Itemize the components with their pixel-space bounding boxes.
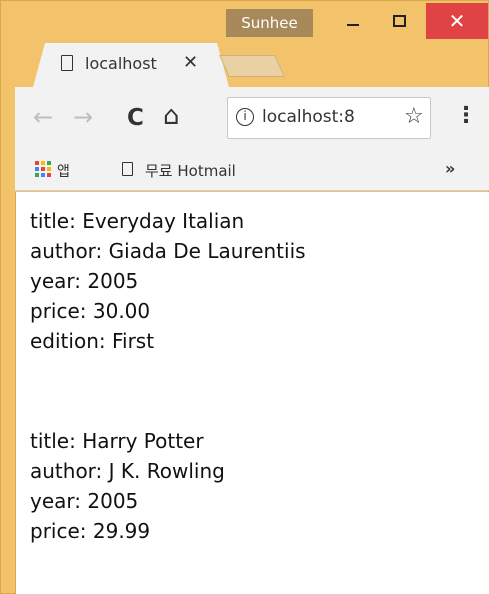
close-window-button[interactable]: ✕: [426, 3, 488, 39]
book-edition: edition: First: [30, 329, 155, 353]
apps-grid-icon[interactable]: [35, 161, 51, 177]
more-bookmarks-icon[interactable]: »: [445, 159, 455, 178]
maximize-button[interactable]: [377, 3, 421, 39]
apps-grid-dot: [35, 161, 39, 165]
bookmark-star-icon[interactable]: ☆: [404, 104, 424, 129]
book-title: title: Everyday Italian: [30, 209, 245, 233]
minimize-button[interactable]: [331, 3, 375, 39]
tab-localhost[interactable]: localhost ✕: [33, 43, 229, 87]
apps-grid-dot: [41, 161, 45, 165]
page-icon: [122, 162, 133, 176]
book-price: price: 29.99: [30, 519, 151, 543]
book-year: year: 2005: [30, 269, 139, 293]
apps-label[interactable]: 앱: [57, 161, 70, 181]
maximize-icon: [392, 15, 406, 27]
apps-grid-dot: [47, 173, 51, 177]
new-tab-button[interactable]: [219, 55, 285, 77]
book-title: title: Harry Potter: [30, 429, 204, 453]
bookmark-hotmail[interactable]: 무료 Hotmail: [145, 160, 236, 181]
reload-icon[interactable]: C: [127, 105, 144, 131]
apps-grid-dot: [41, 173, 45, 177]
user-profile-badge[interactable]: Sunhee: [226, 9, 313, 37]
back-arrow-icon[interactable]: ←: [33, 103, 53, 131]
minimize-icon: [347, 24, 359, 26]
menu-kebab-icon[interactable]: ⋮: [455, 103, 477, 128]
apps-grid-dot: [41, 167, 45, 171]
page-icon: [61, 55, 73, 71]
book-year: year: 2005: [30, 489, 139, 513]
close-icon: ✕: [448, 9, 466, 33]
home-icon[interactable]: ⌂: [163, 101, 180, 131]
book-author: author: Giada De Laurentiis: [30, 239, 306, 263]
bookmarks-bar: 앱 무료 Hotmail »: [15, 151, 489, 191]
forward-arrow-icon[interactable]: →: [73, 103, 93, 131]
tab-title: localhost: [85, 54, 157, 73]
book-price: price: 30.00: [30, 299, 151, 323]
address-bar[interactable]: i localhost:8 ☆: [227, 97, 431, 139]
book-entry: title: Harry Potter author: J K. Rowling…: [30, 426, 225, 546]
book-author: author: J K. Rowling: [30, 459, 225, 483]
browser-window: Sunhee ✕ localhost ✕ ← → C ⌂ i localhost…: [0, 0, 489, 594]
apps-grid-dot: [35, 173, 39, 177]
book-entry: title: Everyday Italian author: Giada De…: [30, 206, 306, 356]
tab-close-icon[interactable]: ✕: [183, 52, 198, 73]
apps-grid-dot: [47, 167, 51, 171]
page-content: title: Everyday Italian author: Giada De…: [15, 192, 489, 594]
info-icon[interactable]: i: [236, 108, 254, 126]
browser-toolbar: ← → C ⌂ i localhost:8 ☆ ⋮: [15, 87, 489, 151]
apps-grid-dot: [35, 167, 39, 171]
url-text[interactable]: localhost:8: [262, 107, 398, 127]
apps-grid-dot: [47, 161, 51, 165]
